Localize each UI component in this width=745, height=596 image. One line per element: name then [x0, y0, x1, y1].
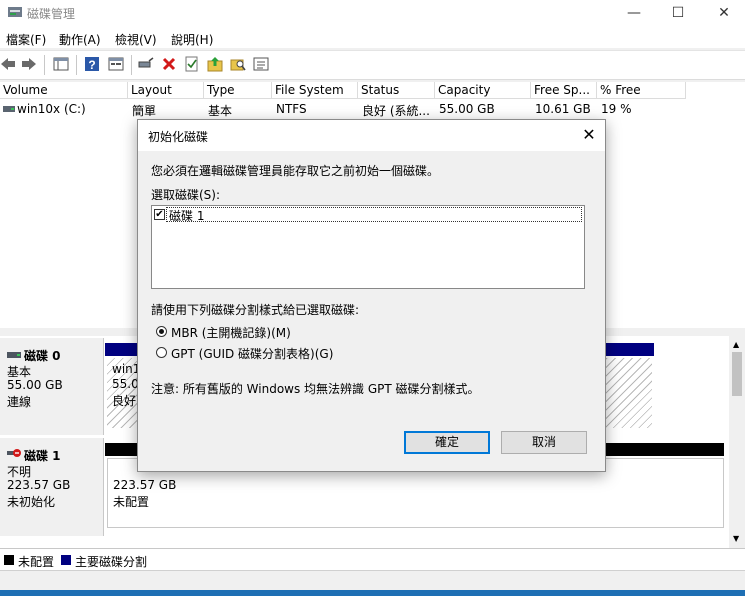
column-volume[interactable]: Volume [0, 82, 128, 99]
delete-icon[interactable] [161, 56, 177, 72]
column-percent-free[interactable]: % Free [597, 82, 686, 99]
disk-map-scrollbar[interactable]: ▲ ▼ [729, 336, 745, 548]
column-status[interactable]: Status [358, 82, 435, 99]
cell-type: 基本 [208, 104, 233, 118]
partition-style-label: 請使用下列磁碟分割樣式給已選取磁碟: [151, 303, 360, 317]
dialog-intro-text: 您必須在邏輯磁碟管理員能存取它之前初始一個磁碟。 [151, 164, 440, 178]
scroll-down-arrow-icon[interactable]: ▼ [733, 534, 739, 543]
disk-1-label[interactable]: 磁碟 1 不明 223.57 GB 未初始化 [0, 438, 104, 536]
list-item[interactable] [166, 207, 582, 222]
disk-0-partition-size: 55.0 [112, 377, 139, 391]
cell-capacity: 55.00 GB [439, 102, 495, 116]
uninitialized-disk-icon [7, 449, 21, 457]
disk-select-list[interactable]: ✔ 磁碟 1 [151, 205, 585, 289]
legend: 未配置 主要磁碟分割 [0, 548, 745, 571]
cell-percent-free: 19 % [601, 102, 632, 116]
disk-1-name: 磁碟 1 [24, 449, 61, 463]
dialog-close-icon[interactable]: ✕ [578, 124, 600, 146]
export-folder-icon[interactable] [207, 56, 223, 72]
column-type[interactable]: Type [204, 82, 272, 99]
disk-icon [7, 352, 21, 358]
menu-bar: 檔案(F) 動作(A) 檢視(V) 說明(H) [0, 26, 745, 48]
disk-1-list-label: 磁碟 1 [169, 209, 205, 223]
mbr-label[interactable]: MBR (主開機記錄)(M) [171, 324, 291, 341]
mbr-radio[interactable] [156, 326, 167, 337]
minimize-button[interactable]: — [611, 0, 657, 26]
dialog-title: 初始化磁碟 [148, 130, 209, 144]
close-window-button[interactable]: ✕ [701, 0, 745, 26]
column-free-space[interactable]: Free Sp... [531, 82, 597, 99]
svg-text:?: ? [88, 58, 95, 72]
disk-1-partition-status: 未配置 [113, 495, 150, 509]
legend-primary-swatch [61, 555, 71, 565]
disk-0-name: 磁碟 0 [24, 349, 61, 363]
cell-status: 良好 (系統... [362, 104, 430, 118]
maximize-button[interactable]: ☐ [655, 0, 701, 26]
list-view-icon[interactable] [253, 56, 269, 72]
disk-1-size: 223.57 GB [7, 478, 71, 492]
column-capacity[interactable]: Capacity [435, 82, 531, 99]
status-bar [0, 570, 745, 591]
scroll-thumb[interactable] [732, 352, 742, 396]
dialog-note: 注意: 所有舊版的 Windows 均無法辨識 GPT 磁碟分割樣式。 [151, 382, 480, 396]
dialog-title-bar: 初始化磁碟 ✕ [138, 120, 605, 151]
console-tree-icon[interactable] [53, 56, 69, 72]
cell-layout: 簡單 [132, 104, 157, 118]
taskbar-edge [0, 590, 745, 596]
menu-file[interactable]: 檔案(F) [6, 31, 46, 48]
disk-0-partition-status: 良好 [112, 394, 137, 408]
menu-view[interactable]: 檢視(V) [115, 31, 157, 48]
disk-management-icon [8, 7, 22, 17]
gpt-radio[interactable] [156, 347, 167, 358]
disk-0-size: 55.00 GB [7, 378, 63, 392]
legend-unallocated-swatch [4, 555, 14, 565]
legend-unallocated-label: 未配置 [18, 555, 55, 569]
cell-file-system: NTFS [276, 102, 307, 116]
toolbar: ? [0, 50, 745, 80]
window-title: 磁碟管理 [27, 7, 76, 21]
cancel-button[interactable]: 取消 [501, 431, 587, 454]
scroll-up-arrow-icon[interactable]: ▲ [733, 340, 739, 349]
select-disk-label: 選取磁碟(S): [151, 188, 221, 202]
disk-0-label[interactable]: 磁碟 0 基本 55.00 GB 連線 [0, 338, 104, 435]
disk-1-partition-size: 223.57 GB [113, 478, 177, 492]
legend-primary-label: 主要磁碟分割 [75, 555, 148, 569]
disk-0-state: 連線 [7, 395, 32, 409]
cell-free-space: 10.61 GB [535, 102, 591, 116]
ok-button[interactable]: 確定 [404, 431, 490, 454]
help-icon[interactable]: ? [84, 56, 100, 72]
menu-action[interactable]: 動作(A) [59, 31, 101, 48]
menu-help[interactable]: 說明(H) [171, 31, 213, 48]
connect-drive-icon[interactable] [138, 56, 154, 72]
properties-icon[interactable] [108, 56, 124, 72]
gpt-label[interactable]: GPT (GUID 磁碟分割表格)(G) [171, 345, 333, 362]
back-arrow-icon[interactable] [0, 56, 16, 72]
check-document-icon[interactable] [184, 56, 200, 72]
initialize-disk-dialog: 初始化磁碟 ✕ 您必須在邏輯磁碟管理員能存取它之前初始一個磁碟。 選取磁碟(S)… [137, 119, 606, 472]
column-file-system[interactable]: File System [272, 82, 358, 99]
column-layout[interactable]: Layout [128, 82, 204, 99]
volume-drive-icon [3, 106, 15, 112]
cell-volume: win10x (C:) [17, 102, 86, 116]
forward-arrow-icon[interactable] [21, 56, 37, 72]
disk-1-checkbox[interactable]: ✔ [154, 209, 165, 220]
title-bar: 磁碟管理 — ☐ ✕ [0, 0, 745, 26]
disk-1-state: 未初始化 [7, 495, 56, 509]
search-folder-icon[interactable] [230, 56, 246, 72]
